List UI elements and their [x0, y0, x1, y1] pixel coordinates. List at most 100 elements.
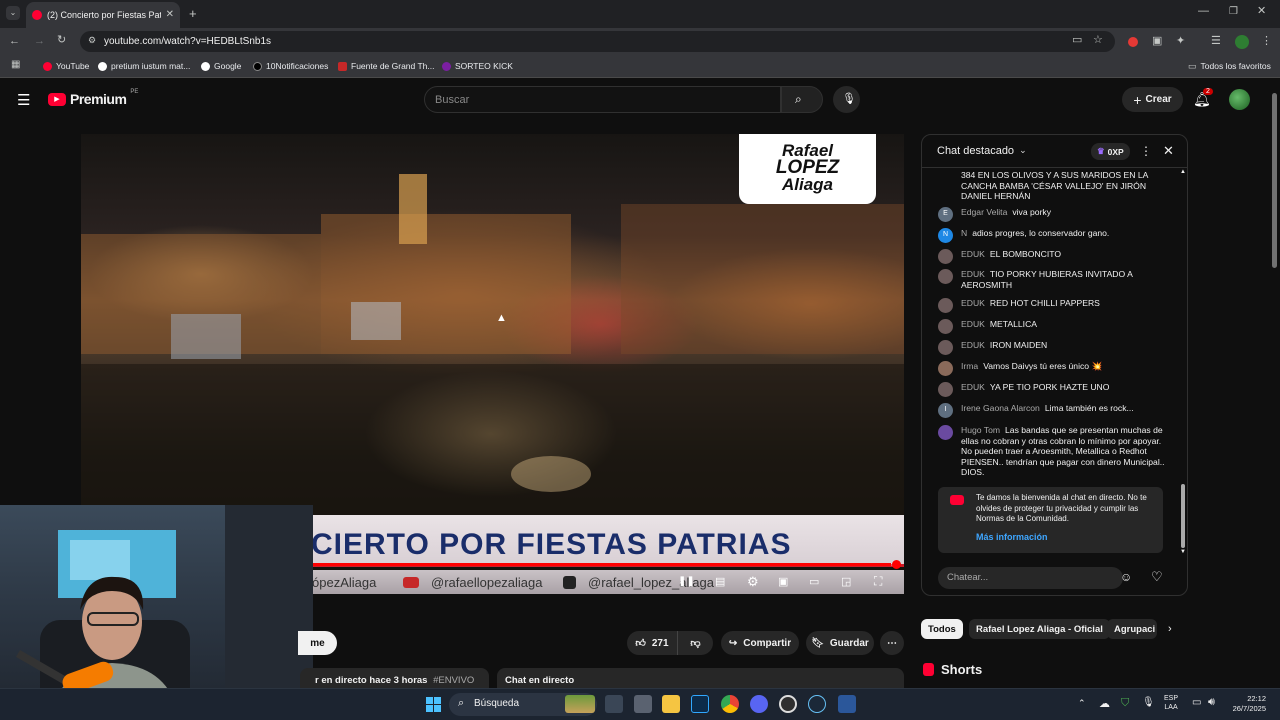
subscribe-fragment-button[interactable]: me	[298, 631, 337, 655]
live-chat-replay-box[interactable]: Chat en directo	[497, 668, 904, 690]
close-tab-icon[interactable]: ✕	[166, 10, 174, 20]
chat-author-avatar[interactable]	[938, 249, 953, 264]
bookmark-fuente[interactable]: Fuente de Grand Th...	[338, 61, 434, 71]
bookmark-pretium[interactable]: pretium iustum mat...	[98, 61, 190, 71]
apps-grid-icon[interactable]: ▦	[11, 60, 20, 70]
chat-mode-dropdown[interactable]: Chat destacado ⌄	[937, 145, 1027, 157]
all-bookmarks-folder[interactable]: ▭ Todos los favoritos	[1188, 61, 1271, 71]
chat-author-name[interactable]: EDUK	[961, 382, 985, 392]
hamburger-menu-icon[interactable]: ☰	[17, 91, 30, 109]
chat-author-avatar[interactable]	[938, 340, 953, 355]
bookmark-star-icon[interactable]: ☆	[1093, 35, 1103, 46]
chat-author-name[interactable]: Irma	[961, 361, 978, 371]
bookmark-google[interactable]: Google	[201, 61, 241, 71]
search-input[interactable]: Buscar	[424, 86, 781, 113]
chip-todos[interactable]: Todos	[921, 619, 963, 639]
chat-author-avatar[interactable]	[938, 382, 953, 397]
bookmark-notificaciones[interactable]: 10Notificaciones	[253, 61, 328, 71]
theater-mode-icon[interactable]: ▭	[809, 575, 819, 588]
like-button[interactable]: 👍︎ 271	[627, 631, 678, 655]
taskbar-widget-landscape-icon[interactable]	[565, 695, 595, 713]
account-avatar[interactable]	[1229, 89, 1250, 110]
bookmark-youtube[interactable]: YouTube	[43, 61, 89, 71]
chat-author-name[interactable]: Hugo Tom	[961, 425, 1000, 435]
create-button[interactable]: + Crear	[1122, 87, 1183, 112]
chip-rafael-lopez-aliaga[interactable]: Rafael Lopez Aliaga - Oficial	[969, 619, 1110, 639]
heart-icon[interactable]: ♡	[1151, 569, 1163, 585]
browser-tab-active[interactable]: (2) Concierto por Fiestas Patria ✕	[26, 2, 180, 28]
onedrive-cloud-icon[interactable]: ☁	[1099, 697, 1110, 710]
taskbar-photoshop-icon[interactable]	[691, 695, 709, 713]
scrollbar-thumb[interactable]	[1272, 93, 1277, 268]
profile-avatar[interactable]	[1235, 35, 1249, 49]
clock[interactable]: 22:12 26/7/2025	[1220, 694, 1266, 714]
chat-author-name[interactable]: Edgar Velita	[961, 207, 1007, 217]
reload-icon[interactable]: ↻	[57, 35, 66, 46]
tab-search-button[interactable]: ⌄	[6, 6, 20, 20]
chip-agrupacion[interactable]: Agrupaci	[1107, 619, 1157, 639]
chat-author-name[interactable]: Irene Gaona Alarcon	[961, 403, 1040, 413]
chat-author-avatar[interactable]: N	[938, 228, 953, 243]
video-info-box[interactable]: r en directo hace 3 horas #ENVIVO	[300, 668, 489, 690]
address-bar[interactable]: ⚙ youtube.com/watch?v=HEDBLtSnb1s ▭ ☆	[80, 31, 1115, 52]
system-tray-chevron-icon[interactable]: ⌃	[1078, 698, 1086, 709]
extensions-puzzle-icon[interactable]: ✦	[1176, 36, 1185, 47]
chat-author-name[interactable]: EDUK	[961, 298, 985, 308]
chat-author-avatar[interactable]	[938, 361, 953, 376]
notifications-button[interactable]: 🔔︎ 2	[1193, 88, 1213, 110]
volume-icon[interactable]: 🔊︎	[1208, 696, 1215, 709]
chevron-right-icon[interactable]: ›	[1168, 623, 1172, 635]
scroll-down-arrow-icon[interactable]: ▼	[1180, 549, 1186, 555]
chat-author-name[interactable]: EDUK	[961, 340, 985, 350]
more-actions-button[interactable]: ⋯	[880, 631, 904, 655]
chat-author-avatar[interactable]	[938, 319, 953, 334]
chat-author-avatar[interactable]	[938, 269, 953, 284]
settings-gear-icon[interactable]: ⚙	[747, 574, 759, 590]
chat-author-name[interactable]: N	[961, 228, 967, 238]
taskbar-folder-icon[interactable]	[662, 695, 680, 713]
taskbar-chrome-icon[interactable]	[721, 695, 739, 713]
install-app-icon[interactable]: ▭	[1072, 35, 1082, 46]
restore-window-button[interactable]: ❐	[1229, 7, 1238, 17]
extension-record-icon[interactable]	[1128, 37, 1138, 47]
site-info-icon[interactable]: ⚙	[88, 36, 96, 45]
taskbar-word-icon[interactable]	[838, 695, 856, 713]
close-chat-icon[interactable]: ✕	[1163, 143, 1174, 159]
chat-author-name[interactable]: EDUK	[961, 249, 985, 259]
scroll-up-arrow-icon[interactable]: ▲	[1180, 169, 1186, 175]
chat-author-avatar[interactable]: I	[938, 403, 953, 418]
taskbar-steam-icon[interactable]	[808, 695, 826, 713]
language-indicator[interactable]: ESP LAA	[1164, 694, 1178, 712]
subtitles-icon[interactable]: ▤	[715, 575, 725, 588]
live-hashtag[interactable]: #ENVIVO	[433, 675, 474, 686]
xp-badge[interactable]: ♛ 0XP	[1091, 143, 1130, 160]
search-button[interactable]: ⌕	[781, 86, 823, 113]
taskbar-app-icon[interactable]	[634, 695, 652, 713]
emoji-icon[interactable]: ☺	[1120, 570, 1132, 584]
cast-icon[interactable]: ◲	[841, 575, 851, 588]
chat-author-avatar[interactable]	[938, 425, 953, 440]
start-windows-icon[interactable]	[426, 697, 441, 712]
chat-scrollbar-thumb[interactable]	[1181, 484, 1185, 548]
back-arrow-icon[interactable]: ←	[9, 36, 20, 47]
taskbar-file-manager-icon[interactable]	[605, 695, 623, 713]
reading-list-icon[interactable]: ☰	[1211, 36, 1221, 47]
miniplayer-icon[interactable]: ▣	[778, 575, 788, 588]
taskbar-obs-icon[interactable]	[779, 695, 797, 713]
progress-scrubber[interactable]	[892, 560, 901, 569]
close-window-button[interactable]: ✕	[1257, 6, 1266, 17]
chat-input[interactable]: Chatear...	[938, 567, 1123, 589]
dislike-button[interactable]: 👎︎	[678, 631, 713, 655]
youtube-logo[interactable]: ▶ Premium PE	[48, 89, 138, 107]
tray-microphone-icon[interactable]: 🎙︎	[1142, 697, 1155, 708]
voice-search-button[interactable]: 🎙	[833, 86, 860, 113]
page-scrollbar[interactable]	[1270, 79, 1280, 688]
browser-menu-icon[interactable]: ⋮	[1261, 36, 1272, 47]
chat-scrollbar[interactable]: ▲ ▼	[1179, 169, 1187, 555]
bookmark-sorteo-kick[interactable]: SORTEO KICK	[442, 61, 513, 71]
share-button[interactable]: ↪ Compartir	[721, 631, 799, 655]
new-tab-button[interactable]: +	[189, 7, 197, 20]
fullscreen-icon[interactable]: ⛶	[874, 574, 882, 589]
chat-author-avatar[interactable]: E	[938, 207, 953, 222]
chat-author-avatar[interactable]	[938, 298, 953, 313]
